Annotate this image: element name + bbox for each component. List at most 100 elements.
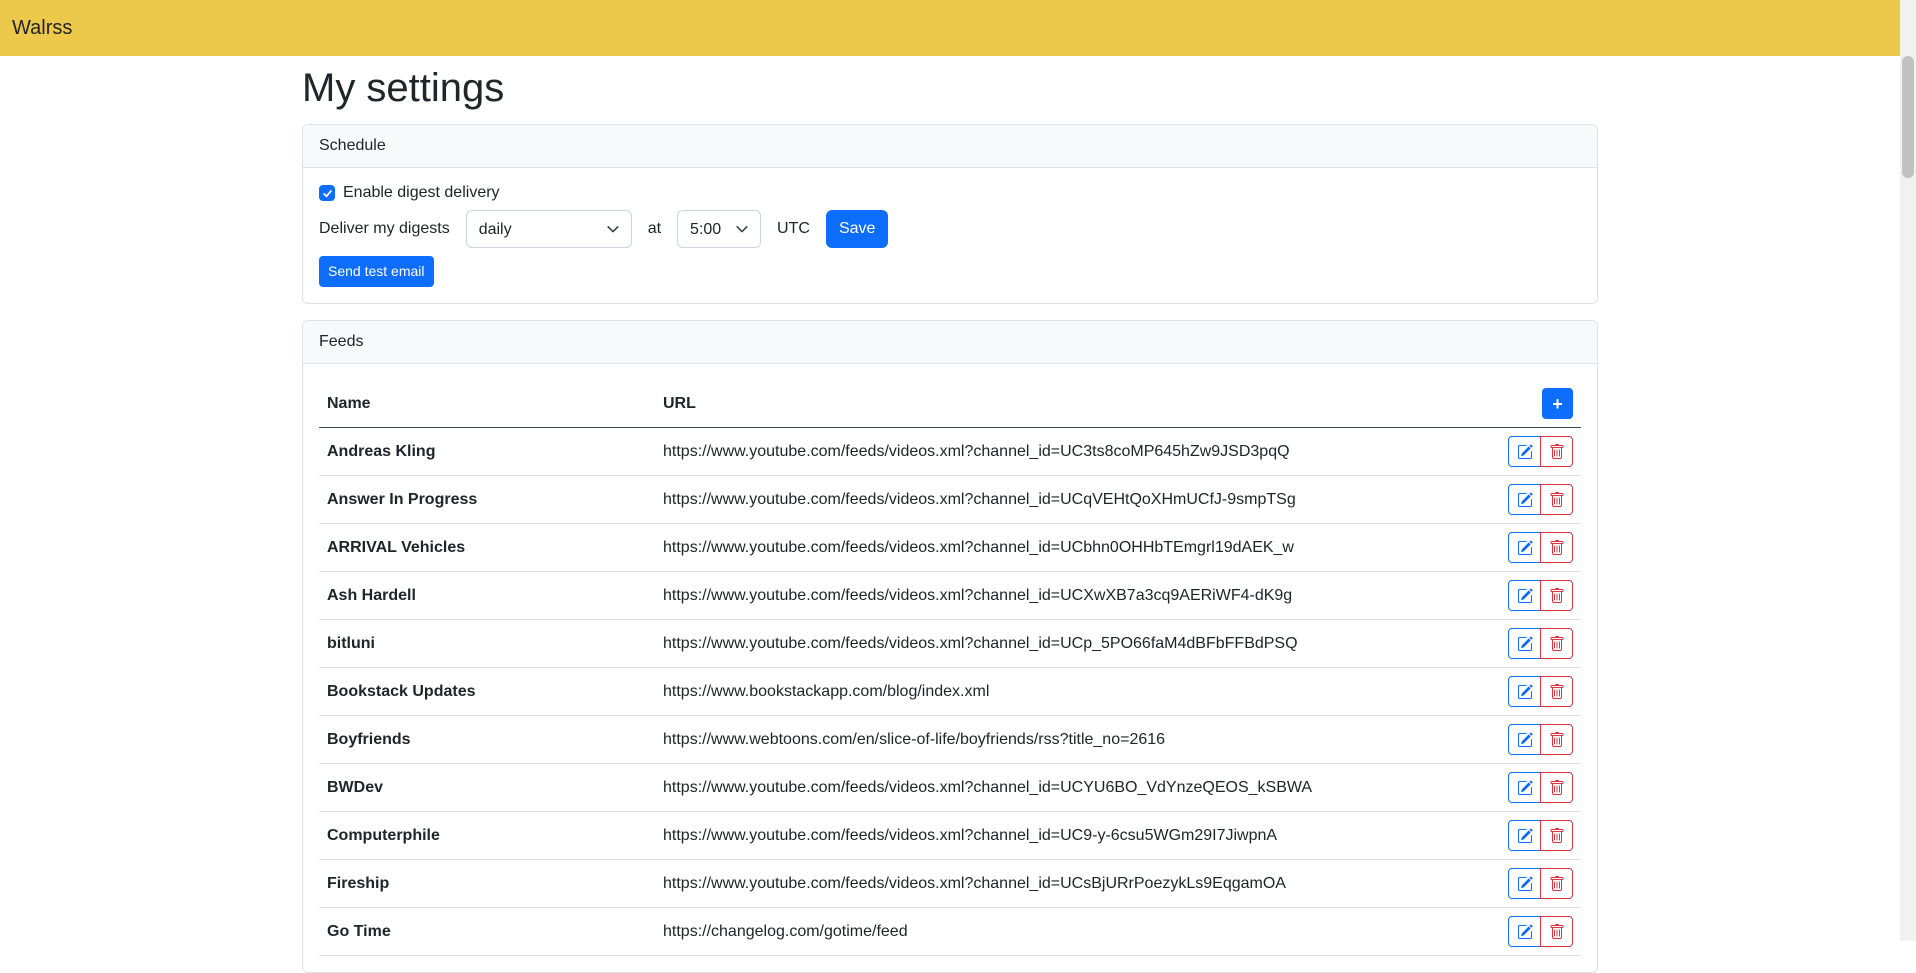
feed-actions-group bbox=[1508, 628, 1573, 659]
delete-feed-button[interactable] bbox=[1540, 628, 1573, 659]
time-select[interactable]: 5:00 bbox=[677, 210, 761, 248]
enable-digest-label: Enable digest delivery bbox=[343, 184, 500, 202]
delete-feed-button[interactable] bbox=[1540, 868, 1573, 899]
edit-feed-button[interactable] bbox=[1508, 868, 1541, 899]
time-select-wrap: 5:00 bbox=[677, 210, 761, 248]
page: Walrss My settings Schedule Enable diges… bbox=[0, 0, 1900, 973]
name-column-header: Name bbox=[319, 380, 655, 428]
feeds-table-body: Andreas Kling https://www.youtube.com/fe… bbox=[319, 428, 1581, 956]
trash-icon bbox=[1549, 444, 1565, 460]
page-title: My settings bbox=[302, 64, 1598, 112]
frequency-select[interactable]: daily bbox=[466, 210, 632, 248]
actions-column-header: + bbox=[1461, 380, 1581, 428]
add-feed-button[interactable]: + bbox=[1542, 388, 1573, 419]
trash-icon bbox=[1549, 732, 1565, 748]
trash-icon bbox=[1549, 924, 1565, 940]
table-row: bitluni https://www.youtube.com/feeds/vi… bbox=[319, 620, 1581, 668]
delete-feed-button[interactable] bbox=[1540, 580, 1573, 611]
timezone-label: UTC bbox=[777, 220, 810, 238]
frequency-select-wrap: daily bbox=[466, 210, 632, 248]
pencil-square-icon bbox=[1517, 732, 1533, 748]
feeds-table: Name URL + Andreas Kling https://www.you… bbox=[319, 380, 1581, 956]
feed-actions-group bbox=[1508, 436, 1573, 467]
feeds-card: Feeds Name URL + Andreas Kling https://w… bbox=[302, 320, 1598, 973]
trash-icon bbox=[1549, 876, 1565, 892]
feed-name: Andreas Kling bbox=[319, 428, 655, 476]
edit-feed-button[interactable] bbox=[1508, 580, 1541, 611]
feed-actions bbox=[1461, 476, 1581, 524]
scrollbar-thumb[interactable] bbox=[1902, 56, 1914, 178]
feed-name: Answer In Progress bbox=[319, 476, 655, 524]
table-row: Go Time https://changelog.com/gotime/fee… bbox=[319, 908, 1581, 956]
test-email-row: Send test email bbox=[319, 256, 1581, 287]
schedule-card-header: Schedule bbox=[303, 125, 1597, 168]
edit-feed-button[interactable] bbox=[1508, 820, 1541, 851]
feed-actions bbox=[1461, 572, 1581, 620]
enable-digest-checkbox[interactable] bbox=[319, 185, 335, 201]
feed-actions-group bbox=[1508, 580, 1573, 611]
feeds-header-row: Name URL + bbox=[319, 380, 1581, 428]
edit-feed-button[interactable] bbox=[1508, 724, 1541, 755]
edit-feed-button[interactable] bbox=[1508, 916, 1541, 947]
delete-feed-button[interactable] bbox=[1540, 916, 1573, 947]
feed-url: https://www.youtube.com/feeds/videos.xml… bbox=[655, 620, 1461, 668]
trash-icon bbox=[1549, 636, 1565, 652]
table-row: Ash Hardell https://www.youtube.com/feed… bbox=[319, 572, 1581, 620]
trash-icon bbox=[1549, 588, 1565, 604]
feed-url: https://www.youtube.com/feeds/videos.xml… bbox=[655, 428, 1461, 476]
delete-feed-button[interactable] bbox=[1540, 532, 1573, 563]
table-row: ARRIVAL Vehicles https://www.youtube.com… bbox=[319, 524, 1581, 572]
trash-icon bbox=[1549, 684, 1565, 700]
scrollbar[interactable] bbox=[1900, 0, 1916, 941]
pencil-square-icon bbox=[1517, 876, 1533, 892]
edit-feed-button[interactable] bbox=[1508, 484, 1541, 515]
pencil-square-icon bbox=[1517, 492, 1533, 508]
edit-feed-button[interactable] bbox=[1508, 532, 1541, 563]
feed-url: https://changelog.com/gotime/feed bbox=[655, 908, 1461, 956]
feed-actions bbox=[1461, 908, 1581, 956]
enable-digest-row: Enable digest delivery bbox=[319, 184, 1581, 202]
feed-actions bbox=[1461, 716, 1581, 764]
send-test-email-button[interactable]: Send test email bbox=[319, 256, 434, 287]
pencil-square-icon bbox=[1517, 780, 1533, 796]
table-row: Andreas Kling https://www.youtube.com/fe… bbox=[319, 428, 1581, 476]
feed-url: https://www.youtube.com/feeds/videos.xml… bbox=[655, 860, 1461, 908]
edit-feed-button[interactable] bbox=[1508, 628, 1541, 659]
table-row: BWDev https://www.youtube.com/feeds/vide… bbox=[319, 764, 1581, 812]
feed-name: bitluni bbox=[319, 620, 655, 668]
edit-feed-button[interactable] bbox=[1508, 676, 1541, 707]
table-row: Answer In Progress https://www.youtube.c… bbox=[319, 476, 1581, 524]
delete-feed-button[interactable] bbox=[1540, 436, 1573, 467]
feed-actions-group bbox=[1508, 868, 1573, 899]
pencil-square-icon bbox=[1517, 684, 1533, 700]
trash-icon bbox=[1549, 540, 1565, 556]
delete-feed-button[interactable] bbox=[1540, 772, 1573, 803]
pencil-square-icon bbox=[1517, 444, 1533, 460]
table-row: Bookstack Updates https://www.bookstacka… bbox=[319, 668, 1581, 716]
delete-feed-button[interactable] bbox=[1540, 484, 1573, 515]
app-brand[interactable]: Walrss bbox=[12, 17, 72, 40]
feed-url: https://www.youtube.com/feeds/videos.xml… bbox=[655, 764, 1461, 812]
check-icon bbox=[322, 188, 333, 199]
pencil-square-icon bbox=[1517, 540, 1533, 556]
feed-actions bbox=[1461, 668, 1581, 716]
delivery-controls-row: Deliver my digests daily at 5:00 bbox=[319, 210, 1581, 248]
delete-feed-button[interactable] bbox=[1540, 676, 1573, 707]
main-container: My settings Schedule Enable digest deliv… bbox=[290, 56, 1610, 973]
feed-actions bbox=[1461, 524, 1581, 572]
delete-feed-button[interactable] bbox=[1540, 724, 1573, 755]
edit-feed-button[interactable] bbox=[1508, 436, 1541, 467]
feed-actions bbox=[1461, 620, 1581, 668]
feed-url: https://www.youtube.com/feeds/videos.xml… bbox=[655, 572, 1461, 620]
pencil-square-icon bbox=[1517, 828, 1533, 844]
feed-name: Boyfriends bbox=[319, 716, 655, 764]
feed-url: https://www.youtube.com/feeds/videos.xml… bbox=[655, 476, 1461, 524]
delete-feed-button[interactable] bbox=[1540, 820, 1573, 851]
schedule-card: Schedule Enable digest delivery Deliver … bbox=[302, 124, 1598, 304]
edit-feed-button[interactable] bbox=[1508, 772, 1541, 803]
feed-name: Fireship bbox=[319, 860, 655, 908]
save-button[interactable]: Save bbox=[826, 210, 888, 248]
feed-actions-group bbox=[1508, 724, 1573, 755]
feed-name: Bookstack Updates bbox=[319, 668, 655, 716]
feed-actions bbox=[1461, 764, 1581, 812]
